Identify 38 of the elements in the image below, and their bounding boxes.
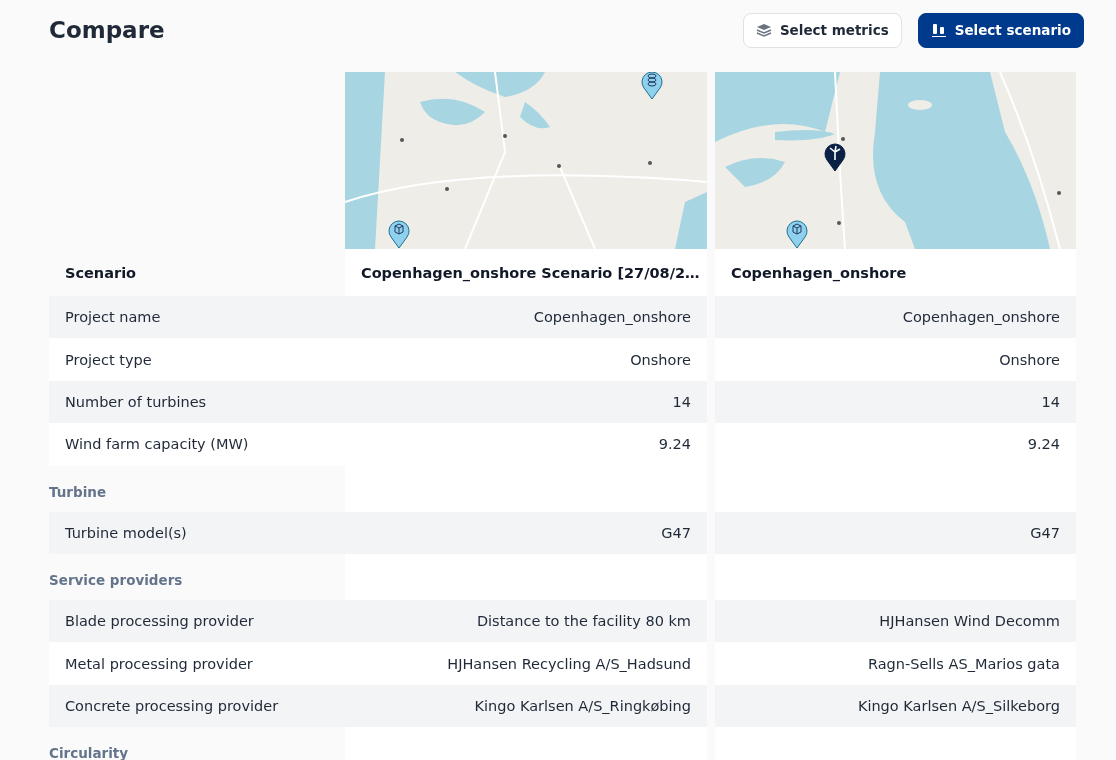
table-cell: Onshore bbox=[630, 351, 691, 368]
table-cell: Ragn-Sells AS_Marios gata bbox=[867, 655, 1060, 672]
table-cell: 14 bbox=[672, 393, 691, 410]
section-title: Service providers bbox=[49, 571, 183, 588]
table-cell: Copenhagen_onshore bbox=[902, 309, 1060, 326]
section-title: Turbine bbox=[49, 483, 107, 500]
row-label: Number of turbines bbox=[65, 393, 207, 410]
row-label: Blade processing provider bbox=[65, 613, 254, 630]
table-cell: Kingo Karlsen A/S_Ringkøbing bbox=[474, 697, 691, 714]
page-title: Compare bbox=[49, 17, 165, 43]
scenario-name: Copenhagen_onshore Scenario [27/08/2… bbox=[361, 264, 700, 281]
scenario-name: Copenhagen_onshore bbox=[731, 264, 907, 281]
table-cell: Distance to the facility 80 km bbox=[476, 613, 691, 630]
turbine-pin-icon[interactable] bbox=[823, 140, 847, 172]
column-header: Scenario bbox=[65, 264, 137, 281]
select-metrics-button[interactable]: Select metrics bbox=[742, 12, 902, 48]
table-cell: 9.24 bbox=[658, 436, 691, 453]
table-cell: Kingo Karlsen A/S_Silkeborg bbox=[857, 697, 1060, 714]
row-label: Turbine model(s) bbox=[65, 524, 187, 541]
table-cell: G47 bbox=[661, 524, 691, 541]
table-cell: 9.24 bbox=[1027, 436, 1060, 453]
row-label: Project type bbox=[65, 351, 152, 368]
row-label: Wind farm capacity (MW) bbox=[65, 436, 249, 453]
table-cell: Copenhagen_onshore bbox=[533, 309, 691, 326]
box-pin-icon[interactable] bbox=[785, 217, 809, 249]
select-scenario-button[interactable]: Select scenario bbox=[917, 12, 1084, 48]
table-cell: 14 bbox=[1041, 393, 1060, 410]
table-cell: HJHansen Wind Decomm bbox=[879, 613, 1060, 630]
row-label: Project name bbox=[65, 309, 161, 326]
table-cell: Onshore bbox=[999, 351, 1060, 368]
layers-icon bbox=[755, 23, 772, 37]
bar-chart-icon bbox=[930, 22, 947, 38]
table-cell: HJHansen Recycling A/S_Hadsund bbox=[447, 655, 691, 672]
stack-pin-icon[interactable] bbox=[640, 72, 664, 100]
box-pin-icon[interactable] bbox=[387, 217, 411, 249]
table-cell: G47 bbox=[1030, 524, 1060, 541]
row-label: Metal processing provider bbox=[65, 655, 253, 672]
row-label: Concrete processing provider bbox=[65, 697, 279, 714]
